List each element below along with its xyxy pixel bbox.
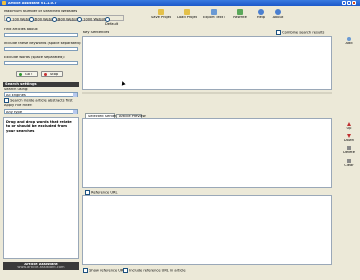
reference-url-panel[interactable] [82, 195, 332, 265]
include-reference-option[interactable]: Include reference URL in article [123, 268, 186, 273]
delete-button[interactable]: Delete [342, 146, 356, 154]
arrow-down-icon [347, 134, 351, 138]
help-icon [258, 9, 264, 15]
radio-icon [29, 17, 34, 22]
checkbox-icon [276, 30, 281, 35]
app-icon [2, 1, 6, 5]
stop-button[interactable]: Stop [41, 71, 63, 77]
search-using-select[interactable]: All Engines [4, 92, 78, 97]
save-project-button[interactable]: Save Project [151, 9, 171, 20]
chevron-down-icon [73, 93, 77, 97]
drag-drop-area[interactable]: Drag and drop words that relate to or sh… [3, 117, 79, 259]
chevron-down-icon [73, 110, 77, 114]
info-icon [275, 9, 281, 15]
file-filter-label: Apply File Filter: [4, 104, 33, 107]
delete-icon [347, 146, 351, 150]
add-icon [347, 37, 351, 41]
selected-sentences-panel[interactable] [82, 118, 332, 188]
show-reference-option[interactable]: Show reference URL [83, 268, 125, 273]
file-filter-select[interactable]: Any type [4, 109, 78, 114]
add-button[interactable]: Add [342, 37, 356, 45]
export-icon [211, 9, 217, 15]
search-settings-header: Search settings [3, 82, 79, 87]
exclude-words-input[interactable] [4, 61, 78, 65]
key-sentences-label: Key Sentences [83, 31, 110, 34]
checkbox-icon [83, 268, 88, 273]
help-button[interactable]: Help [254, 9, 268, 20]
about-button[interactable]: About [271, 9, 285, 20]
maximize-button[interactable] [347, 1, 351, 5]
splitter[interactable] [82, 92, 332, 94]
export-text-button[interactable]: Export Text File [203, 9, 225, 20]
load-project-button[interactable]: Load Project [177, 9, 197, 20]
radio-icon [6, 17, 11, 22]
search-filter-option[interactable]: Search inside article abstracts first [4, 98, 73, 103]
stop-icon [44, 73, 47, 77]
go-icon [19, 73, 22, 77]
up-button[interactable]: Up [342, 122, 356, 130]
down-button[interactable]: Down [342, 134, 356, 142]
save-icon [158, 9, 164, 15]
go-button[interactable]: Go ! [16, 71, 38, 77]
drag-drop-hint: Drag and drop words that relate to or sh… [6, 120, 72, 133]
arrow-up-icon [347, 122, 351, 126]
close-button[interactable] [352, 1, 356, 5]
checkbox-icon [4, 98, 9, 103]
footer-banner: Article Assistant www.article-assistant.… [3, 262, 79, 270]
max-results-group: 100 Websites 200 Websites 300 Websites 1… [4, 15, 124, 26]
checkbox-icon [123, 268, 128, 273]
folder-icon [184, 9, 190, 15]
find-articles-input[interactable] [4, 33, 78, 37]
rewrite-icon [237, 9, 243, 15]
include-keywords-label: Include these keywords (space separated)… [4, 42, 82, 45]
radio-icon [52, 17, 57, 22]
window-title: Article Assistant V1.1.0.7 [8, 1, 57, 5]
title-bar: Article Assistant V1.1.0.7 [0, 0, 360, 6]
rewrite-button[interactable]: Rewrite [232, 9, 248, 20]
radio-icon [77, 17, 82, 22]
exclude-words-label: Exclude words (space separated): [4, 56, 65, 59]
minimize-button[interactable] [342, 1, 346, 5]
find-articles-label: Find articles about: [4, 28, 39, 31]
clear-icon [347, 159, 351, 163]
max-results-label: Maximum Number of Searched Websites [4, 10, 78, 13]
clear-button[interactable]: Clear [342, 159, 356, 167]
combine-results-option[interactable]: Combine search results [276, 30, 324, 35]
include-keywords-input[interactable] [4, 47, 78, 51]
radio-default[interactable]: Default [105, 17, 123, 26]
